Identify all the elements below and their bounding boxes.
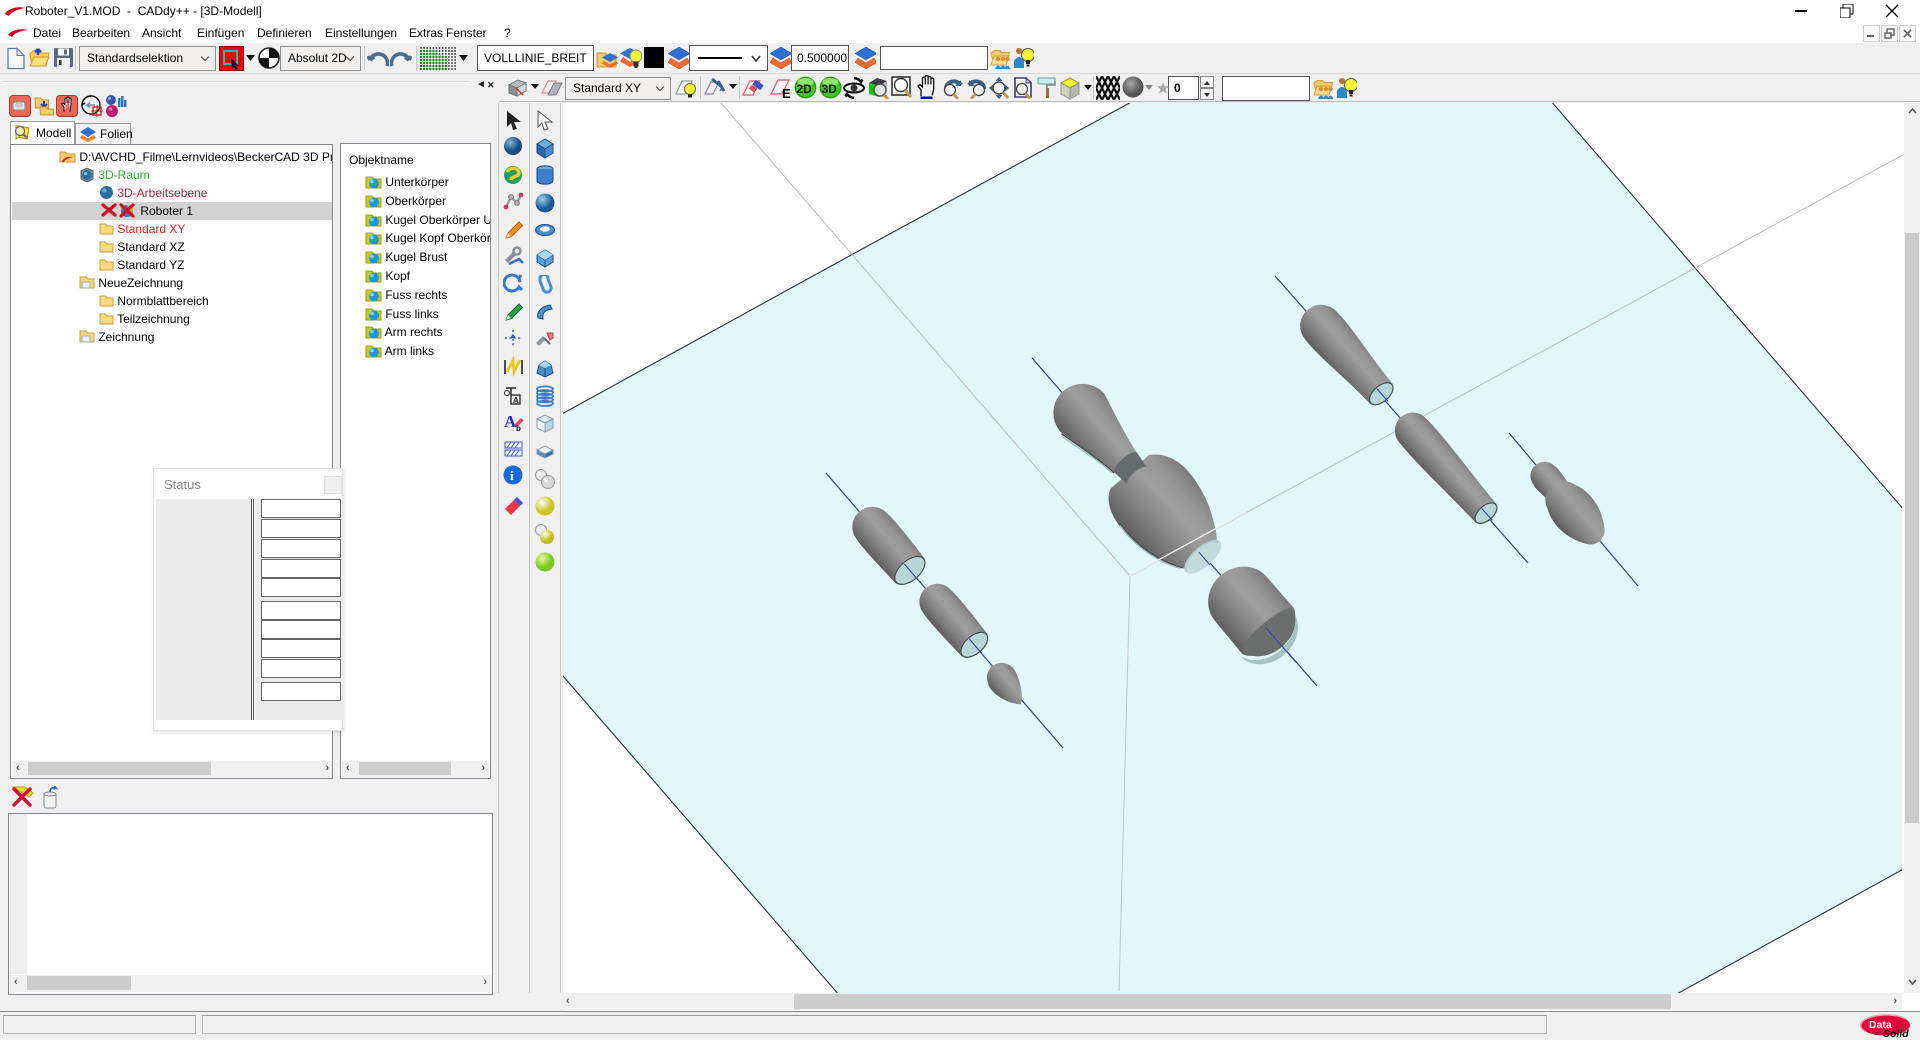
svg-text:b: b (516, 424, 521, 432)
svg-text:Solid: Solid (1883, 1028, 1909, 1040)
svg-text:i: i (510, 468, 514, 483)
svg-text:3D: 3D (822, 82, 838, 96)
svg-text:E: E (782, 86, 791, 98)
svg-text:A: A (513, 396, 519, 405)
svg-text:2D: 2D (797, 82, 813, 96)
